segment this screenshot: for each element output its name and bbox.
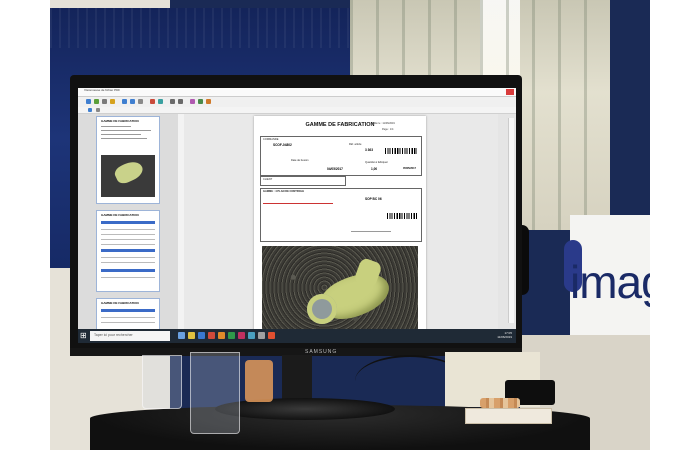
search-box[interactable]: Taper ici pour rechercher	[90, 331, 170, 341]
fit-page-icon[interactable]	[138, 99, 143, 104]
thumbnail-table-row	[101, 259, 155, 263]
app-icon[interactable]	[218, 332, 225, 339]
folder-icon[interactable]	[110, 99, 115, 104]
thumbnail-table-row	[101, 236, 155, 240]
annotate-icon[interactable]	[190, 99, 195, 104]
thumbnail-title: GAMME DE FABRICATION	[101, 119, 139, 123]
secondary-toolbar	[78, 107, 516, 114]
taskbar: ⊞ Taper ici pour rechercher 17:05 11/06/…	[78, 329, 516, 343]
thumbnail-table-header	[101, 309, 155, 312]
window-titlebar: Visionneuse de fichier PDF	[78, 88, 516, 97]
app-icon[interactable]	[258, 332, 265, 339]
previous-page-icon[interactable]	[170, 99, 175, 104]
thumbnail-page-2[interactable]: GAMME DE FABRICATION	[96, 210, 160, 292]
ref-value: 3 363	[365, 148, 373, 152]
part-ring	[307, 294, 337, 324]
banner-texture	[50, 8, 350, 48]
pdf-viewer-icon[interactable]	[268, 332, 275, 339]
field-line	[351, 231, 391, 232]
launch-date-label: Date de besoin	[291, 159, 309, 162]
quantity-label: Quantité à fabriquer	[365, 161, 388, 164]
monitor-screen: Visionneuse de fichier PDF GAMME DE FABR…	[78, 88, 516, 343]
barcode	[385, 148, 417, 154]
cup-stack	[190, 352, 240, 434]
document-scrollbar[interactable]	[508, 118, 514, 323]
quantity-value: 1,00	[371, 167, 378, 171]
parts-tray	[465, 408, 552, 424]
file-explorer-icon[interactable]	[188, 332, 195, 339]
task-view-icon[interactable]	[178, 332, 185, 339]
brand-text: imag	[570, 256, 650, 308]
zoom-out-icon[interactable]	[130, 99, 135, 104]
highlight-icon[interactable]	[198, 99, 203, 104]
app-icon[interactable]	[248, 332, 255, 339]
thumbnail-table-row	[101, 319, 155, 323]
due-date-value: 05/05/2017	[403, 167, 416, 170]
save-icon[interactable]	[94, 99, 99, 104]
thumbnail-table-header	[101, 249, 155, 252]
thumbnail-title: GAMME DE FABRICATION	[101, 213, 139, 217]
app-icon[interactable]	[238, 332, 245, 339]
hand-tool-icon[interactable]	[96, 108, 100, 112]
client-label: CLIENT	[263, 178, 273, 181]
rotate-icon[interactable]	[150, 99, 155, 104]
commande-value: SCOF-04802	[273, 143, 292, 147]
windows-start-icon[interactable]: ⊞	[80, 332, 88, 340]
window-title: Visionneuse de fichier PDF	[84, 88, 121, 92]
thumbnail-table-row	[101, 314, 155, 318]
thumbnail-pane: GAMME DE FABRICATION GAMME DE FABRICATIO…	[78, 114, 178, 329]
search-placeholder: Taper ici pour rechercher	[94, 333, 133, 337]
operation-value: SOP BC 06	[365, 197, 382, 201]
photo-scene: imag Visionneuse de fichier PDF	[50, 0, 650, 450]
thumbnail-table-row	[101, 231, 155, 235]
note-line	[263, 203, 333, 204]
gamme-block: GAMME : 4 PLAN DE CONTROLE SOP BC 06	[260, 188, 422, 242]
system-clock[interactable]: 17:05 11/06/2019	[497, 331, 512, 339]
clock-date: 11/06/2019	[497, 335, 512, 339]
thumbnail-line	[101, 130, 151, 131]
thumbnail-line	[101, 134, 141, 135]
next-page-icon[interactable]	[178, 99, 183, 104]
thumbnail-table-header	[101, 221, 155, 224]
document-date: Edité le : 11/06/2019	[372, 122, 395, 125]
document-title: GAMME DE FABRICATION	[305, 122, 375, 128]
gamme-label: GAMME : 4 PLAN DE CONTROLE	[263, 190, 305, 193]
close-icon[interactable]	[506, 89, 514, 95]
comment-icon[interactable]	[206, 99, 211, 104]
plastic-cup	[142, 355, 182, 409]
document-page-number: Page : 1/4	[382, 128, 394, 131]
ref-label: Réf. article	[349, 143, 362, 146]
app-icon[interactable]	[208, 332, 215, 339]
thumbnail-table-row	[101, 254, 155, 258]
document-page: GAMME DE FABRICATION Edité le : 11/06/20…	[254, 116, 426, 343]
monitor-stand-base	[215, 398, 395, 420]
edge-icon[interactable]	[198, 332, 205, 339]
thumbnail-photo	[101, 155, 155, 197]
barcode	[387, 213, 417, 219]
client-block: CLIENT	[260, 176, 346, 186]
thumbnail-page-1[interactable]: GAMME DE FABRICATION	[96, 116, 160, 204]
open-icon[interactable]	[86, 99, 91, 104]
commande-label: COMMANDE	[263, 138, 279, 141]
thumbnail-scrollbar[interactable]	[178, 114, 184, 329]
thumbnail-table-row	[101, 226, 155, 230]
search-icon[interactable]	[158, 99, 163, 104]
thumbnail-line	[101, 126, 131, 127]
small-parts	[480, 398, 520, 408]
order-block: COMMANDE SCOF-04802 Réf. article 3 363 D…	[260, 136, 422, 176]
thumbnail-table-header	[101, 269, 155, 272]
thumbnail-page-3[interactable]: GAMME DE FABRICATION	[96, 298, 160, 329]
thumbnail-table-row	[101, 241, 155, 245]
thumbnail-part	[112, 157, 146, 187]
thumbnail-table-row	[101, 274, 155, 278]
print-icon[interactable]	[102, 99, 107, 104]
zoom-in-icon[interactable]	[122, 99, 127, 104]
launch-date-value: 04/05/2017	[327, 167, 343, 171]
orange-prop	[245, 360, 273, 402]
app-icon[interactable]	[228, 332, 235, 339]
thumbnail-title: GAMME DE FABRICATION	[101, 301, 139, 305]
thumbnail-line	[101, 138, 147, 139]
select-tool-icon[interactable]	[88, 108, 92, 112]
